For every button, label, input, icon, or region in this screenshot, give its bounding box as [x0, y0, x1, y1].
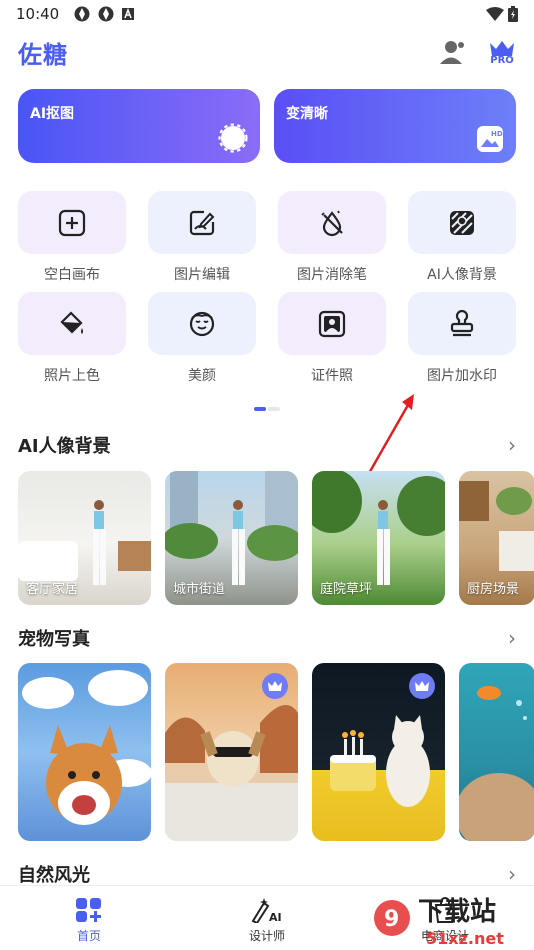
- svg-text:9: 9: [384, 907, 399, 932]
- pet-row: [18, 663, 534, 841]
- stamp-icon: [450, 309, 474, 336]
- hd-image-icon: HD: [477, 126, 503, 152]
- home-grid-icon: [76, 897, 101, 922]
- status-time: 10:40: [16, 5, 60, 23]
- page-dot-active: [254, 407, 266, 411]
- crown-icon: [268, 681, 282, 691]
- tool-watermark[interactable]: 图片加水印: [408, 292, 516, 385]
- section-title: 自然风光: [18, 865, 90, 886]
- svg-text:51xz.net: 51xz.net: [426, 929, 504, 948]
- ai-cutout-card[interactable]: AI抠图: [18, 89, 260, 163]
- page-dot: [268, 407, 280, 411]
- section-title: AI人像背景: [18, 436, 111, 457]
- notification-font-icon: [122, 7, 135, 20]
- nav-label: 设计师: [248, 928, 285, 943]
- section-title: 宠物写真: [18, 629, 90, 650]
- tool-label: 图片编辑: [174, 267, 230, 283]
- beauty-face-icon: [189, 311, 215, 336]
- tool-grid: 空白画布 图片编辑 图片消除笔 AI人像背景 照片上色 美颜 证件照 图片加水印: [18, 191, 516, 385]
- pro-label: PRO: [490, 54, 514, 66]
- crown-icon: [415, 681, 429, 691]
- pet-thumb-cat-cake[interactable]: [312, 663, 445, 841]
- tool-label: AI人像背景: [427, 267, 497, 283]
- tool-label: 空白画布: [44, 267, 100, 283]
- pet-thumb-corgi-sky[interactable]: [18, 663, 151, 841]
- paint-bucket-icon: [60, 310, 83, 334]
- feature-cards: AI抠图 变清晰 HD: [18, 89, 516, 163]
- thumb-label: 城市街道: [173, 582, 226, 597]
- pet-thumb-dog-car[interactable]: [165, 663, 298, 841]
- tool-colorize[interactable]: 照片上色: [18, 292, 126, 385]
- portrait-bg-row: 客厅家居 城市街道 庭院草坪 厨房场景: [18, 471, 534, 605]
- user-profile-icon[interactable]: [438, 38, 466, 66]
- wifi-icon: [486, 7, 504, 21]
- svg-text:HD: HD: [491, 130, 503, 138]
- svg-text:AI: AI: [269, 911, 282, 923]
- header: 佐糖 PRO: [18, 34, 516, 70]
- eraser-drop-icon: [321, 210, 343, 236]
- ai-wand-icon: AI: [251, 897, 282, 923]
- tool-ai-portrait-bg[interactable]: AI人像背景: [408, 191, 516, 284]
- tool-photo-edit[interactable]: 图片编辑: [148, 191, 256, 284]
- status-bar: 10:40: [0, 0, 534, 28]
- notification-app-icon: [98, 6, 114, 22]
- nav-designer[interactable]: AI 设计师: [207, 897, 327, 944]
- tool-label: 美颜: [188, 368, 216, 384]
- portrait-thumb-kitchen[interactable]: 厨房场景: [459, 471, 534, 605]
- chevron-right-icon[interactable]: ›: [508, 862, 516, 886]
- nav-home[interactable]: 首页: [29, 897, 149, 944]
- portrait-thumb-living-room[interactable]: 客厅家居: [18, 471, 151, 605]
- page-indicator: [254, 407, 280, 411]
- battery-icon: [508, 6, 518, 22]
- premium-badge: [409, 673, 435, 699]
- tool-eraser[interactable]: 图片消除笔: [278, 191, 386, 284]
- section-pet[interactable]: 宠物写真 ›: [18, 625, 516, 651]
- id-photo-icon: [318, 310, 346, 337]
- tool-label: 照片上色: [44, 368, 100, 384]
- site-watermark: 9 下载站 51xz.net: [374, 897, 504, 948]
- portrait-thumb-lawn[interactable]: 庭院草坪: [312, 471, 445, 605]
- nav-label: 首页: [76, 928, 101, 943]
- pro-button[interactable]: PRO: [488, 39, 516, 66]
- enhance-label: 变清晰: [286, 106, 328, 122]
- tool-blank-canvas[interactable]: 空白画布: [18, 191, 126, 284]
- tool-label: 图片消除笔: [297, 267, 367, 283]
- chevron-right-icon[interactable]: ›: [508, 433, 516, 457]
- thumb-label: 庭院草坪: [320, 582, 373, 597]
- tool-label: 证件照: [311, 368, 353, 384]
- thumb-label: 客厅家居: [26, 582, 79, 597]
- enhance-card[interactable]: 变清晰 HD: [274, 89, 516, 163]
- ai-cutout-label: AI抠图: [30, 106, 75, 122]
- photo-edit-icon: [189, 210, 215, 235]
- chevron-right-icon[interactable]: ›: [508, 626, 516, 650]
- notification-app-icon: [74, 6, 90, 22]
- pet-thumb-underwater-cat[interactable]: [459, 663, 534, 841]
- app-title: 佐糖: [18, 40, 68, 69]
- thumb-label: 厨房场景: [467, 582, 520, 597]
- cutout-icon: [218, 123, 248, 153]
- plus-square-icon: [58, 209, 86, 236]
- svg-text:下载站: 下载站: [418, 897, 496, 927]
- premium-badge: [262, 673, 288, 699]
- section-portrait-bg[interactable]: AI人像背景 ›: [18, 432, 516, 458]
- section-nature[interactable]: 自然风光 ›: [18, 861, 516, 887]
- tool-beauty[interactable]: 美颜: [148, 292, 256, 385]
- underwater-cat-image: [459, 686, 534, 841]
- portrait-background-icon: [450, 210, 474, 235]
- portrait-thumb-street[interactable]: 城市街道: [165, 471, 298, 605]
- corgi-sky-image: [22, 670, 151, 825]
- tool-id-photo[interactable]: 证件照: [278, 292, 386, 385]
- tool-label: 图片加水印: [427, 368, 497, 384]
